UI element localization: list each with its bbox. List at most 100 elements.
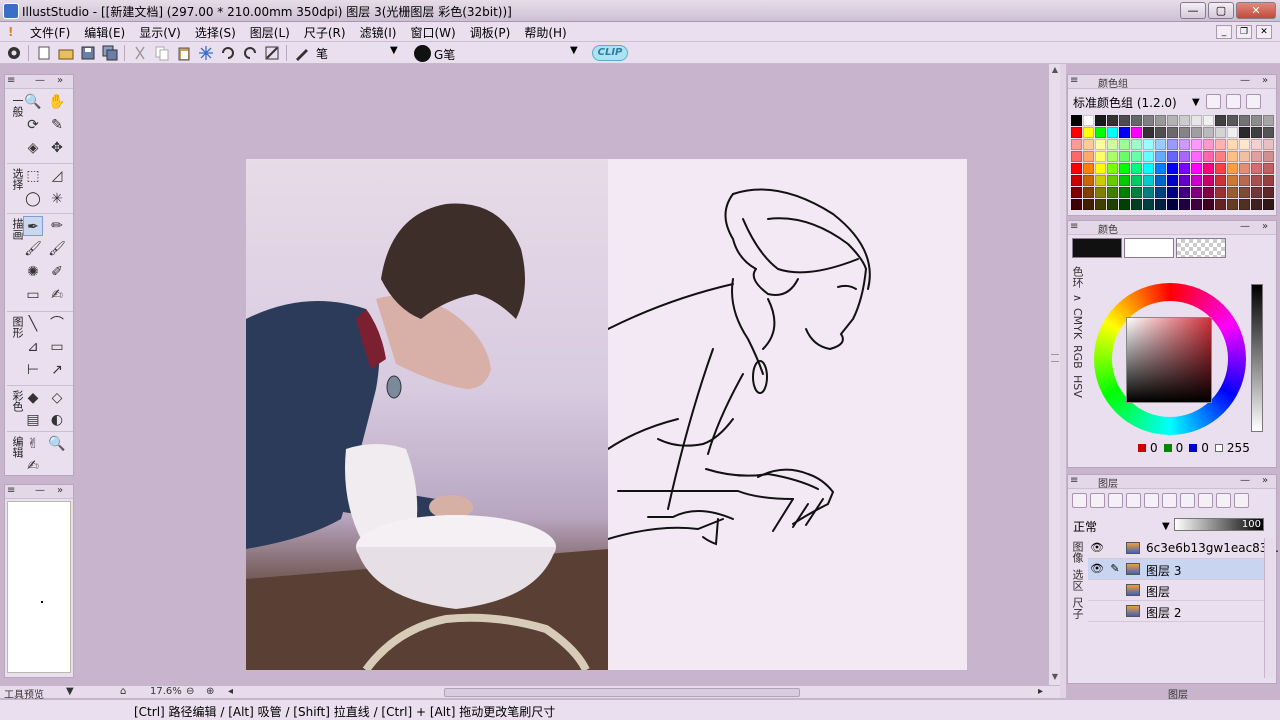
tone-tool-icon[interactable]: ◐ [47, 410, 67, 430]
doc-close-button[interactable]: ✕ [1256, 25, 1272, 39]
menu-select[interactable]: 选择(S) [195, 24, 236, 41]
color-swatch[interactable] [1215, 175, 1226, 186]
right-panel-collapse-handle[interactable] [1060, 64, 1066, 698]
layer-list-scrollbar[interactable] [1264, 538, 1274, 678]
scroll-right-arrow[interactable]: ▸ [1038, 686, 1043, 697]
color-swatch[interactable] [1251, 139, 1262, 150]
color-swatch[interactable] [1179, 127, 1190, 138]
new-raster-layer-icon[interactable] [1072, 493, 1087, 508]
color-swatch[interactable] [1107, 151, 1118, 162]
delete-layer-icon[interactable] [1162, 493, 1177, 508]
color-swatch[interactable] [1239, 151, 1250, 162]
blend-mode-select[interactable]: 正常 [1073, 518, 1097, 535]
vector-tool-icon[interactable]: ↗ [47, 360, 67, 380]
color-swatch[interactable] [1239, 115, 1250, 126]
undo-icon[interactable] [220, 45, 236, 61]
transform-icon[interactable] [198, 45, 214, 61]
color-swatch[interactable] [1251, 199, 1262, 210]
canvas[interactable] [246, 159, 967, 670]
color-swatch[interactable] [1239, 187, 1250, 198]
color-swatch[interactable] [1155, 151, 1166, 162]
pencil-tool-icon[interactable]: ✏ [47, 216, 67, 236]
color-swatch[interactable] [1239, 175, 1250, 186]
edit-pen-icon[interactable] [1108, 604, 1122, 618]
lock-layer-icon[interactable] [1216, 493, 1231, 508]
polygon-select-tool-icon[interactable]: ◿ [47, 166, 67, 186]
panel-menu-icon[interactable]: ≡ [1070, 475, 1078, 486]
tab-selection[interactable]: 选区 [1071, 569, 1084, 591]
canvas-horizontal-scrollbar[interactable]: 工具预览 ▼ ⌂ 17.6% ⊖ ⊕ ◂ ▸ [0, 685, 1062, 701]
horizontal-scroll-thumb[interactable] [444, 688, 800, 697]
scroll-up-arrow[interactable]: ▲ [1050, 65, 1060, 77]
panel-expand-button[interactable]: » [57, 75, 63, 86]
panel-menu-icon[interactable]: ≡ [7, 485, 15, 496]
color-swatch[interactable] [1191, 151, 1202, 162]
marker-tool-icon[interactable]: ✐ [47, 262, 67, 282]
color-swatch[interactable] [1071, 127, 1082, 138]
reference-layer-icon[interactable] [1234, 493, 1249, 508]
panel-menu-icon[interactable]: ≡ [7, 75, 15, 86]
color-swatch[interactable] [1119, 199, 1130, 210]
scroll-left-arrow[interactable]: ◂ [228, 686, 233, 697]
color-swatch[interactable] [1083, 127, 1094, 138]
color-swatch[interactable] [1203, 187, 1214, 198]
new-vector-layer-icon[interactable] [1090, 493, 1105, 508]
cut-icon[interactable] [132, 45, 148, 61]
rectangle-tool-icon[interactable]: ▭ [47, 337, 67, 357]
color-swatch[interactable] [1155, 139, 1166, 150]
color-swatch[interactable] [1107, 139, 1118, 150]
color-swatch[interactable] [1119, 187, 1130, 198]
color-swatch[interactable] [1155, 163, 1166, 174]
color-swatch[interactable] [1227, 127, 1238, 138]
color-swatch[interactable] [1119, 151, 1130, 162]
color-swatch[interactable] [1131, 199, 1142, 210]
visibility-eye-icon[interactable]: 👁 [1090, 541, 1104, 555]
layer-row[interactable]: 图层 2 [1088, 601, 1264, 622]
pen-tool-icon[interactable]: ✒ [23, 216, 43, 236]
color-swatch[interactable] [1191, 139, 1202, 150]
color-swatch[interactable] [1095, 151, 1106, 162]
color-swatch[interactable] [1083, 151, 1094, 162]
color-swatch[interactable] [1167, 151, 1178, 162]
text-tool-icon[interactable]: ✌ [23, 434, 43, 454]
doc-minimize-button[interactable]: _ [1216, 25, 1232, 39]
color-set-new-icon[interactable] [1226, 94, 1241, 109]
zoom-tool-icon[interactable]: 🔍 [23, 92, 43, 112]
color-swatch[interactable] [1143, 163, 1154, 174]
color-swatch[interactable] [1107, 127, 1118, 138]
color-swatch[interactable] [1179, 199, 1190, 210]
polyline-tool-icon[interactable]: ⊿ [23, 337, 43, 357]
clip-logo[interactable]: CLIP [592, 45, 628, 61]
color-swatch[interactable] [1263, 163, 1274, 174]
menu-file[interactable]: 文件(F) [30, 24, 70, 41]
redo-icon[interactable] [242, 45, 258, 61]
color-swatch[interactable] [1071, 187, 1082, 198]
canvas-vertical-scrollbar[interactable]: ▲ ▼ [1048, 64, 1060, 686]
color-swatch[interactable] [1155, 187, 1166, 198]
panel-menu-icon[interactable]: ≡ [1070, 75, 1078, 86]
color-swatch[interactable] [1191, 163, 1202, 174]
color-swatch[interactable] [1263, 127, 1274, 138]
minimize-button[interactable]: — [1180, 2, 1206, 19]
new-file-icon[interactable] [36, 45, 52, 61]
color-swatch[interactable] [1191, 199, 1202, 210]
brush-tool-icon[interactable]: 🖌 [23, 239, 43, 259]
visibility-eye-icon[interactable]: 👁 [1090, 562, 1104, 576]
zoom-out-icon[interactable]: ⊖ [186, 686, 194, 697]
tab-rgb[interactable]: RGB [1071, 345, 1084, 369]
color-swatch[interactable] [1107, 175, 1118, 186]
color-swatch[interactable] [1167, 115, 1178, 126]
color-swatch[interactable] [1083, 175, 1094, 186]
color-swatch[interactable] [1143, 139, 1154, 150]
color-swatch[interactable] [1083, 115, 1094, 126]
app-menu-icon[interactable]: ! [8, 25, 13, 39]
color-swatch[interactable] [1143, 127, 1154, 138]
color-swatch[interactable] [1071, 163, 1082, 174]
color-swatch[interactable] [1227, 163, 1238, 174]
panel-minimize-button[interactable]: — [1240, 475, 1250, 486]
color-swatch[interactable] [1119, 127, 1130, 138]
color-swatch[interactable] [1227, 175, 1238, 186]
color-swatch[interactable] [1191, 127, 1202, 138]
color-swatch[interactable] [1263, 115, 1274, 126]
color-swatch[interactable] [1251, 115, 1262, 126]
